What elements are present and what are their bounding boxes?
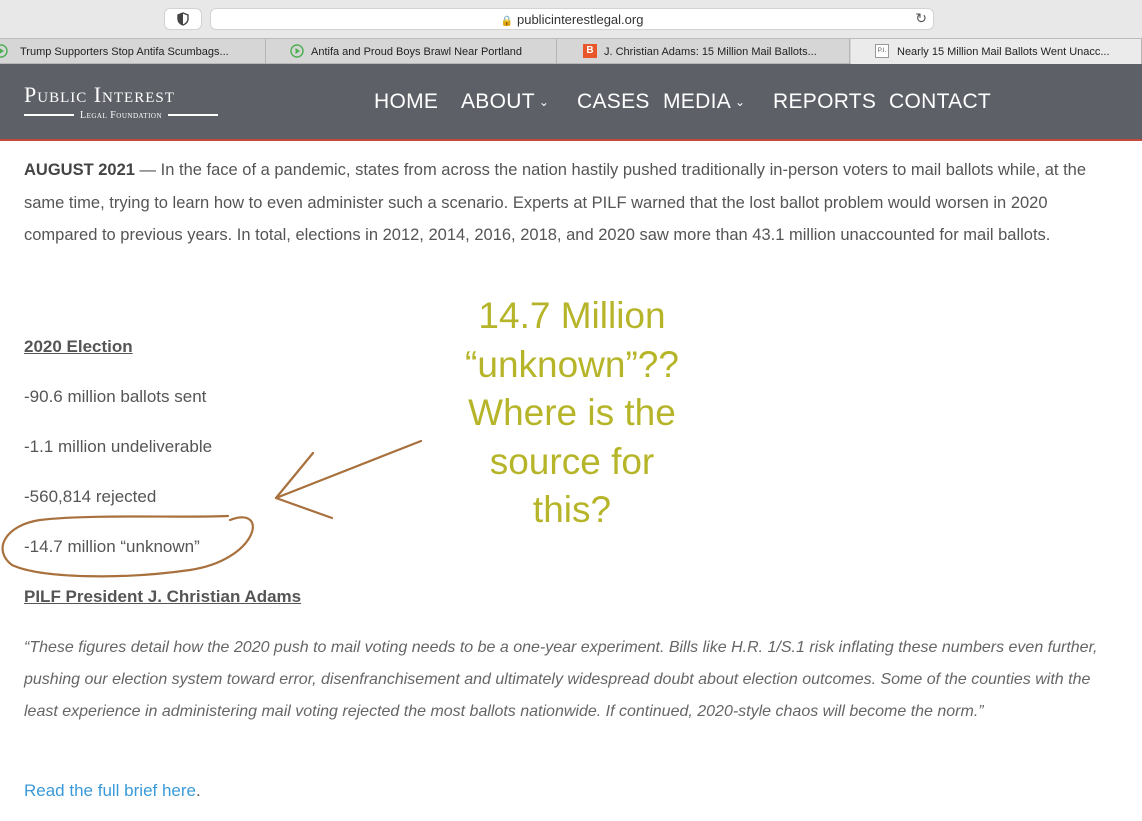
article-intro-block: AUGUST 2021 — In the face of a pandemic,…	[24, 154, 1114, 252]
chevron-down-icon: ⌄	[735, 95, 746, 110]
stat-item: -90.6 million ballots sent	[24, 387, 207, 406]
article-intro: AUGUST 2021 — In the face of a pandemic,…	[24, 161, 1087, 244]
pilf-favicon-icon: P.I.	[875, 44, 889, 58]
play-favicon-icon	[290, 44, 304, 58]
lock-icon: 🔒	[500, 16, 513, 27]
annotation-arrow-head	[274, 451, 334, 520]
nav-media[interactable]: MEDIA ⌄	[663, 90, 745, 116]
stat-item: -14.7 million “unknown”	[24, 537, 200, 556]
quote-text: “These figures detail how the 2020 push …	[24, 639, 1098, 720]
nav-reports[interactable]: REPORTS	[773, 90, 876, 116]
address-bar[interactable]: 🔒 publicinterestlegal.org ↻	[210, 8, 934, 30]
site-logo[interactable]: Public Interest	[24, 82, 175, 108]
annotation-text: 14.7 Million “unknown”?? Where is the so…	[465, 295, 679, 530]
nav-cases[interactable]: CASES	[577, 90, 650, 116]
breitbart-favicon-icon: B	[583, 44, 597, 58]
nav-home[interactable]: HOME	[374, 90, 438, 116]
read-brief-link-wrap: Read the full brief here.	[24, 781, 201, 800]
nav-about[interactable]: ABOUT ⌄	[461, 90, 549, 116]
reload-icon[interactable]: ↻	[915, 10, 927, 27]
browser-tab[interactable]: B J. Christian Adams: 15 Million Mail Ba…	[558, 39, 850, 64]
tab-bar: Trump Supporters Stop Antifa Scumbags...…	[0, 38, 1142, 64]
browser-tab[interactable]: Antifa and Proud Boys Brawl Near Portlan…	[267, 39, 557, 64]
quote-heading: PILF President J. Christian Adams	[24, 587, 302, 606]
stat-item: -1.1 million undeliverable	[24, 437, 213, 456]
site-header: Public Interest Legal Foundation HOME AB…	[0, 64, 1142, 141]
browser-tab-active[interactable]: P.I. Nearly 15 Million Mail Ballots Went…	[851, 39, 1142, 64]
logo-subtitle: Legal Foundation	[24, 109, 218, 121]
section-heading: 2020 Election	[24, 337, 133, 356]
stat-item: -560,814 rejected	[24, 487, 157, 506]
privacy-shield-button[interactable]	[164, 8, 202, 30]
url-text: publicinterestlegal.org	[516, 12, 644, 27]
read-brief-link[interactable]: Read the full brief here	[24, 781, 196, 800]
logo-divider	[24, 114, 74, 116]
chevron-down-icon: ⌄	[538, 95, 550, 110]
browser-toolbar: 🔒 publicinterestlegal.org ↻	[0, 0, 1142, 38]
annotation-arrow-shaft	[274, 439, 423, 500]
dateline: AUGUST 2021	[24, 161, 135, 179]
play-favicon-icon	[0, 44, 8, 58]
tab-title: J. Christian Adams: 15 Million Mail Ball…	[604, 45, 817, 58]
logo-divider	[168, 114, 218, 116]
tab-title: Nearly 15 Million Mail Ballots Went Unac…	[897, 45, 1110, 58]
shield-icon	[177, 12, 189, 26]
nav-contact[interactable]: CONTACT	[889, 90, 991, 116]
tab-title: Trump Supporters Stop Antifa Scumbags...	[20, 45, 229, 58]
tab-title: Antifa and Proud Boys Brawl Near Portlan…	[311, 45, 522, 58]
browser-tab[interactable]: Trump Supporters Stop Antifa Scumbags...	[0, 39, 266, 64]
